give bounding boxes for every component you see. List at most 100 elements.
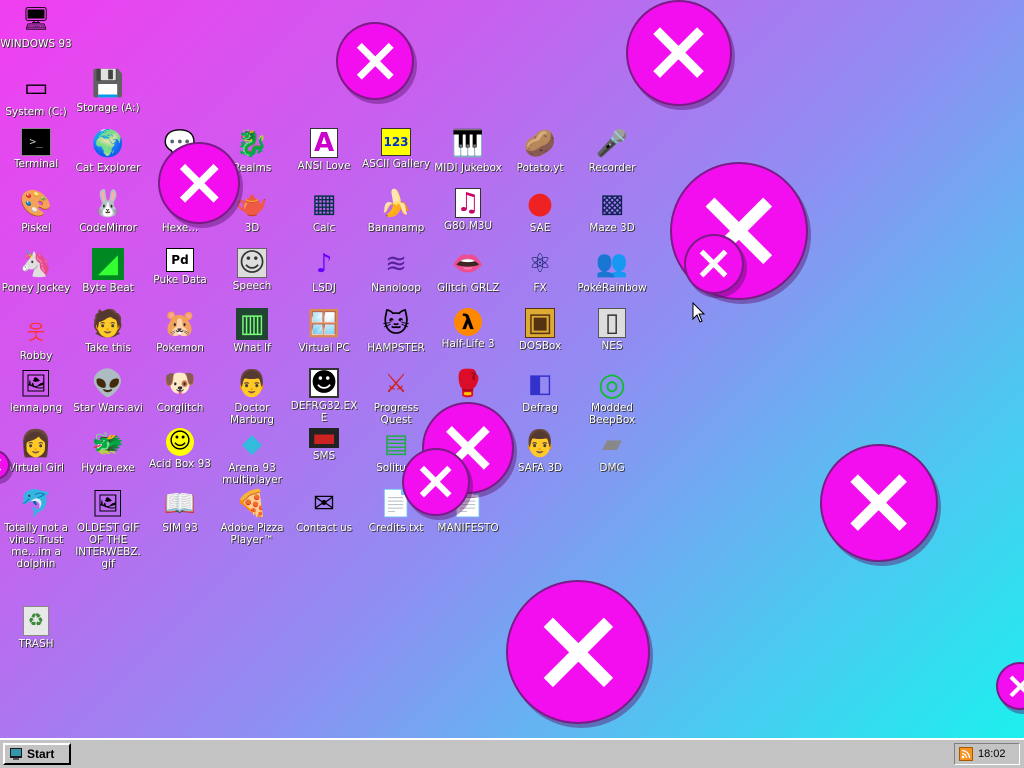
close-bubble[interactable] xyxy=(686,236,742,292)
desktop-icon-pokerainbow[interactable]: 👥 PokéRainbow xyxy=(576,248,648,294)
speech-face-icon: ☺ xyxy=(237,248,267,278)
desktop-icon-pokemon[interactable]: 🐹 Pokemon xyxy=(144,308,216,354)
desktop-icon-speech[interactable]: ☺ Speech xyxy=(216,248,288,292)
swords-icon: ⚔ xyxy=(384,369,408,399)
desktop-icon-street-fighter[interactable]: 🥊 xyxy=(432,368,504,402)
icon-label: ANSI Love xyxy=(297,160,351,172)
pizza-icon: 🍕 xyxy=(235,489,269,519)
desktop-icon-codemirror[interactable]: 🐰 CodeMirror xyxy=(72,188,144,234)
start-label: Start xyxy=(27,747,55,761)
icon-label: OLDEST GIF OF THE INTERWEBZ.gif xyxy=(75,522,141,570)
desktop-icon-adobe-pizza[interactable]: 🍕 Adobe Pizza Player™ xyxy=(216,488,288,546)
desktop-icon-lenna-png[interactable]: 🖼 lenna.png xyxy=(0,368,72,414)
desktop-icon-sms[interactable]: ▬ SMS xyxy=(288,423,360,462)
desktop-icon-contact-us[interactable]: ✉ Contact us xyxy=(288,488,360,534)
icon-label: Nanoloop xyxy=(371,282,421,294)
close-bubble[interactable] xyxy=(404,450,468,514)
desktop-icon-piskel[interactable]: 🎨 Piskel xyxy=(0,188,72,234)
desktop-icon-hydra-exe[interactable]: 🐲 Hydra.exe xyxy=(72,428,144,474)
desktop-icon-nanoloop[interactable]: ≋ Nanoloop xyxy=(360,248,432,294)
console-icon: ▬ xyxy=(309,423,339,453)
desktop-icon-midi-jukebox[interactable]: 🎹 MIDI Jukebox xyxy=(432,128,504,174)
icon-label: TRASH xyxy=(18,638,54,650)
desktop-icon-star-wars[interactable]: 👽 Star Wars.avi xyxy=(72,368,144,414)
desktop-icon-arena-93[interactable]: ◆ Arena 93 multiplayer xyxy=(216,428,288,486)
desktop-icon-bananamp[interactable]: 🍌 Bananamp xyxy=(360,188,432,234)
desktop-icon-corglitch[interactable]: 🐶 Corglitch xyxy=(144,368,216,414)
desktop-icon-defrag32[interactable]: ☻ DEFRG32.EXE xyxy=(288,368,360,424)
drive-icon: ▭ xyxy=(23,73,49,103)
desktop-icon-acid-box-93[interactable]: ☺ Acid Box 93 xyxy=(144,428,216,470)
close-bubble[interactable] xyxy=(628,2,730,104)
x-icon xyxy=(543,617,613,687)
icon-label: FX xyxy=(533,282,547,294)
desktop-icon-doctor-marburg[interactable]: 👨 Doctor Marburg xyxy=(216,368,288,426)
box-icon: ▣ xyxy=(525,308,555,338)
face-icon: 👩 xyxy=(19,429,53,459)
desktop-icon-half-life-3[interactable]: λ Half-Life 3 xyxy=(432,308,504,350)
desktop-icon-calc[interactable]: ▦ Calc xyxy=(288,188,360,234)
desktop-icon-oldest-gif[interactable]: 🖼 OLDEST GIF OF THE INTERWEBZ.gif xyxy=(72,488,144,570)
desktop-icon-system-c[interactable]: ▭ System (C:) xyxy=(0,72,72,118)
desktop-icon-take-this[interactable]: 🧑 Take this xyxy=(72,308,144,354)
icon-label: Progress Quest xyxy=(373,402,419,426)
desktop-icon-trash[interactable]: ♻ TRASH xyxy=(0,606,72,650)
close-bubble[interactable] xyxy=(338,24,412,98)
desktop-icon-nes[interactable]: ▯ NES xyxy=(576,308,648,352)
close-bubble[interactable] xyxy=(998,664,1024,708)
desktop-icon-poney-jockey[interactable]: 🦄 Poney Jockey xyxy=(0,248,72,294)
desktop-icon-g80m3u[interactable]: ♫ G80.M3U xyxy=(432,188,504,232)
teapot-icon: 🫖 xyxy=(235,189,269,219)
desktop-icon-sae[interactable]: ● SAE xyxy=(504,188,576,235)
desktop-icon-storage-a[interactable]: 💾 Storage (A:) xyxy=(72,68,144,114)
desktop-icon-dmg[interactable]: ▰ DMG xyxy=(576,428,648,474)
desktop-icon-glitch-grlz[interactable]: 👄 Glitch GRLZ xyxy=(432,248,504,294)
icon-label: Puke Data xyxy=(153,274,207,286)
desktop-icon-windows93[interactable]: 🖥 WINDOWS 93 xyxy=(0,4,72,50)
desktop-icon-cat-explorer[interactable]: 🌍 Cat Explorer xyxy=(72,128,144,174)
pd-icon: Pd xyxy=(166,248,194,272)
icon-label: Hydra.exe xyxy=(81,462,135,474)
start-button[interactable]: Start xyxy=(3,743,71,765)
desktop-icon-ascii-gallery[interactable]: 123 ASCII Gallery xyxy=(360,128,432,170)
desktop-icon-sim-93[interactable]: 📖 SIM 93 xyxy=(144,488,216,534)
icon-label: SIM 93 xyxy=(162,522,198,534)
icon-label: DOSBox xyxy=(518,340,562,352)
taskbar: Start 18:02 xyxy=(0,738,1024,768)
desktop-icon-defrag[interactable]: ◧ Defrag xyxy=(504,368,576,414)
desktop-icon-maze-3d[interactable]: ▩ Maze 3D xyxy=(576,188,648,234)
desktop-icon-terminal[interactable]: >_ Terminal xyxy=(0,128,72,170)
close-bubble[interactable] xyxy=(822,446,936,560)
desktop-icon-fx[interactable]: ⚛ FX xyxy=(504,248,576,294)
desktop-icon-robby[interactable]: 웃 Robby xyxy=(0,316,72,362)
palette-icon: 🎨 xyxy=(19,189,53,219)
desktop-icon-dosbox[interactable]: ▣ DOSBox xyxy=(504,308,576,352)
desktop-icon-progress-quest[interactable]: ⚔ Progress Quest xyxy=(360,368,432,426)
icon-label: HAMPSTER xyxy=(367,342,425,354)
desktop-icon-ansi-love[interactable]: A ANSI Love xyxy=(288,128,360,172)
image-file-icon: 🖼 xyxy=(91,489,125,519)
desktop-icon-puke-data[interactable]: Pd Puke Data xyxy=(144,248,216,286)
ring-icon: ◎ xyxy=(598,365,626,403)
desktop-icon-potato-yt[interactable]: 🥔 Potato.yt xyxy=(504,128,576,174)
icon-label: Storage (A:) xyxy=(76,102,140,114)
desktop-icon-hampster[interactable]: 🐱 HAMPSTER xyxy=(360,308,432,354)
icon-label: G80.M3U xyxy=(443,220,493,232)
icon-label: Byte Beat xyxy=(82,282,134,294)
desktop-icon-virtual-pc[interactable]: 🪟 Virtual PC xyxy=(288,308,360,354)
character-icon: 🧑 xyxy=(91,309,125,339)
desktop[interactable]: 🖥 WINDOWS 93 ▭ System (C:) >_ Terminal 🎨… xyxy=(0,0,1024,738)
icon-label: 3D xyxy=(244,222,260,234)
desktop-icon-dolphin[interactable]: 🐬 Totally not a virus.Trust me...im a do… xyxy=(0,488,72,570)
mouse-pointer-icon xyxy=(692,302,706,323)
rss-icon[interactable] xyxy=(959,747,973,761)
desktop-icon-what-if[interactable]: ▥ What If xyxy=(216,308,288,354)
close-bubble[interactable] xyxy=(508,582,648,722)
desktop-icon-safa-3d[interactable]: 👨 SAFA 3D xyxy=(504,428,576,474)
desktop-icon-recorder[interactable]: 🎤 Recorder xyxy=(576,128,648,174)
desktop-icon-lsdj[interactable]: ♪ LSDJ xyxy=(288,248,360,294)
desktop-icon-virtual-girl[interactable]: 👩 Virtual Girl xyxy=(0,428,72,474)
close-bubble[interactable] xyxy=(160,144,238,222)
desktop-icon-modded-beepbox[interactable]: ◎ Modded BeepBox xyxy=(576,368,648,426)
desktop-icon-byte-beat[interactable]: ◢ Byte Beat xyxy=(72,248,144,294)
